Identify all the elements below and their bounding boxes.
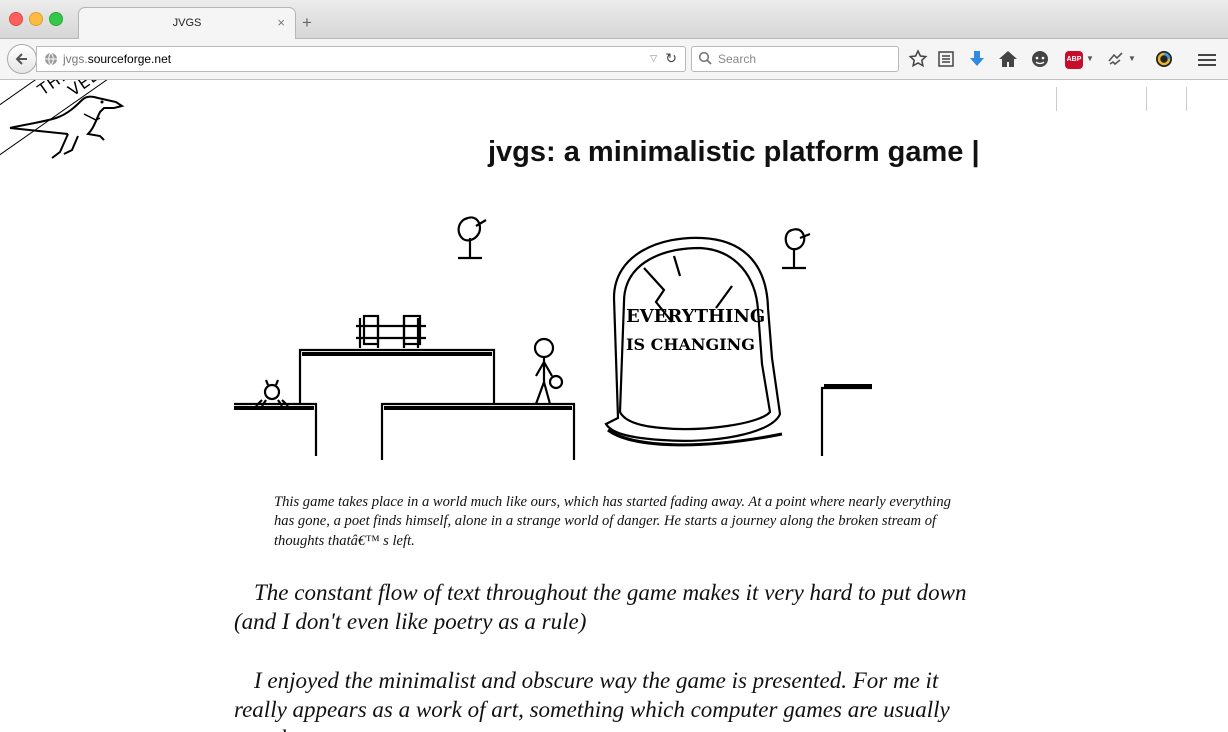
page-content: THIS GAME CONTAINS VELOCIRAPTORS jvgs: a… bbox=[0, 80, 1228, 732]
reading-list-icon[interactable] bbox=[936, 49, 956, 69]
close-window-button[interactable] bbox=[9, 12, 23, 26]
game-screenshot-illustration: EVERYTHING IS CHANGING bbox=[234, 216, 872, 460]
back-arrow-icon bbox=[15, 53, 27, 65]
new-tab-button[interactable]: + bbox=[302, 13, 312, 33]
reload-icon[interactable]: ↻ bbox=[665, 50, 677, 67]
tombstone-line-2: IS CHANGING bbox=[626, 335, 755, 354]
color-icon[interactable] bbox=[1154, 49, 1174, 69]
tab-close-icon[interactable]: × bbox=[277, 15, 285, 30]
review-quote-2: I enjoyed the minimalist and obscure way… bbox=[234, 668, 950, 732]
review-quote-1: The constant flow of text throughout the… bbox=[234, 580, 967, 634]
url-text: jvgs.sourceforge.net bbox=[63, 52, 171, 66]
adblock-icon[interactable]: ABP bbox=[1065, 51, 1083, 69]
menu-icon[interactable] bbox=[1198, 51, 1216, 69]
bookmark-star-icon[interactable] bbox=[908, 49, 928, 69]
url-history-dropdown-icon[interactable]: ▽ bbox=[650, 53, 657, 64]
home-icon[interactable] bbox=[998, 49, 1018, 69]
game-description: This game takes place in a world much li… bbox=[274, 494, 951, 549]
url-bar[interactable]: jvgs.sourceforge.net ▽ ↻ bbox=[36, 46, 686, 72]
velociraptor-icon bbox=[9, 95, 125, 159]
navigation-toolbar: jvgs.sourceforge.net ▽ ↻ ABP ▼ ▼ bbox=[0, 39, 1228, 111]
minimize-window-button[interactable] bbox=[29, 12, 43, 26]
browser-tab[interactable]: JVGS × bbox=[78, 7, 296, 40]
tab-title: JVGS bbox=[172, 17, 202, 29]
search-input[interactable] bbox=[716, 50, 890, 68]
page-headline: jvgs: a minimalistic platform game | bbox=[488, 136, 980, 168]
chat-icon[interactable] bbox=[1030, 49, 1050, 69]
tombstone-line-1: EVERYTHING bbox=[626, 306, 765, 327]
extension-dropdown-icon[interactable]: ▼ bbox=[1128, 54, 1136, 63]
window-titlebar: JVGS × + bbox=[0, 0, 1228, 40]
maximize-window-button[interactable] bbox=[49, 12, 63, 26]
download-icon[interactable] bbox=[967, 49, 987, 69]
back-button[interactable] bbox=[7, 44, 37, 74]
search-box[interactable] bbox=[691, 46, 899, 72]
url-domain: sourceforge.net bbox=[87, 52, 172, 66]
adblock-dropdown-icon[interactable]: ▼ bbox=[1086, 54, 1094, 63]
globe-icon bbox=[45, 52, 57, 66]
extension-icon[interactable] bbox=[1106, 49, 1126, 69]
url-subdomain: jvgs. bbox=[63, 52, 88, 66]
search-icon bbox=[698, 51, 712, 65]
